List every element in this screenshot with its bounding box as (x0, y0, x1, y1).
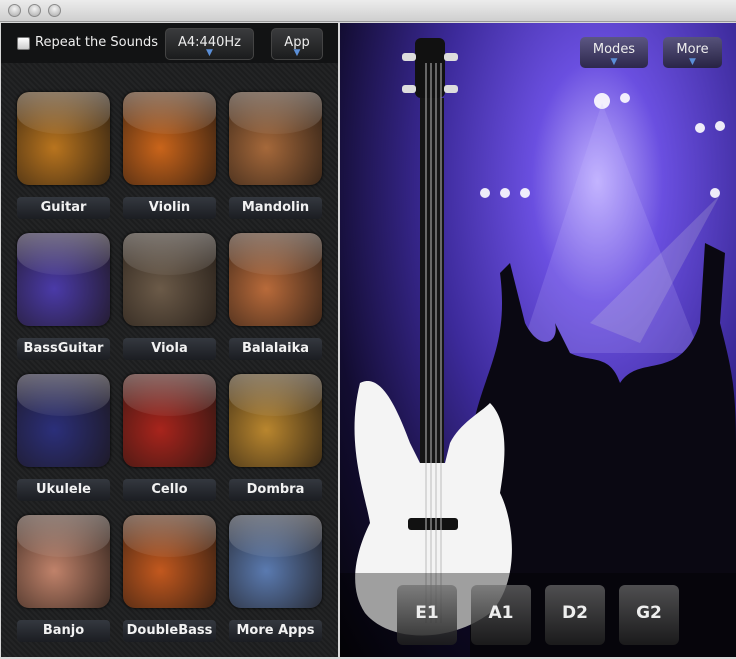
repeat-checkbox[interactable] (17, 37, 30, 50)
instrument-label-mandolin[interactable]: Mandolin (229, 197, 322, 219)
string-button-a1[interactable]: A1 (471, 585, 531, 645)
instrument-tile-violin[interactable] (123, 92, 216, 185)
instrument-label-violin[interactable]: Violin (123, 197, 216, 219)
bass-guitar-image (354, 38, 512, 636)
close-button[interactable] (8, 4, 21, 17)
instrument-tile-dombra[interactable] (229, 374, 322, 467)
instrument-tile-balalaika[interactable] (229, 233, 322, 326)
instrument-label-banjo[interactable]: Banjo (17, 620, 110, 642)
string-button-g2[interactable]: G2 (619, 585, 679, 645)
chevron-down-icon: ▼ (206, 48, 213, 58)
instrument-view: Modes ▼ More ▼ E1 A1 D2 G2 (340, 23, 736, 657)
chevron-down-icon: ▼ (610, 57, 618, 67)
string-button-e1[interactable]: E1 (397, 585, 457, 645)
instrument-label-doublebass[interactable]: DoubleBass (123, 620, 216, 642)
instrument-tile-bassguitar[interactable] (17, 233, 110, 326)
modes-button[interactable]: Modes ▼ (580, 37, 648, 68)
repeat-label[interactable]: Repeat the Sounds (35, 35, 158, 50)
top-toolbar: Repeat the Sounds A4:440Hz ▼ App ▼ (1, 23, 338, 63)
instrument-tile-cello[interactable] (123, 374, 216, 467)
instrument-label-guitar[interactable]: Guitar (17, 197, 110, 219)
instrument-tile-banjo[interactable] (17, 515, 110, 608)
instrument-panel: Repeat the Sounds A4:440Hz ▼ App ▼ Guitar V… (1, 23, 338, 657)
more-button[interactable]: More ▼ (663, 37, 722, 68)
instrument-label-viola[interactable]: Viola (123, 338, 216, 360)
instrument-label-ukulele[interactable]: Ukulele (17, 479, 110, 501)
title-bar (0, 0, 736, 22)
instrument-tile-more-apps[interactable] (229, 515, 322, 608)
instrument-label-cello[interactable]: Cello (123, 479, 216, 501)
instrument-tile-ukulele[interactable] (17, 374, 110, 467)
zoom-button[interactable] (48, 4, 61, 17)
instrument-label-balalaika[interactable]: Balalaika (229, 338, 322, 360)
app-button[interactable]: App ▼ (271, 28, 323, 60)
instrument-label-more-apps[interactable]: More Apps (229, 620, 322, 642)
chevron-down-icon: ▼ (689, 57, 696, 67)
instrument-tile-doublebass[interactable] (123, 515, 216, 608)
pitch-button[interactable]: A4:440Hz ▼ (165, 28, 254, 60)
more-label: More (676, 42, 709, 57)
instrument-tile-viola[interactable] (123, 233, 216, 326)
string-button-d2[interactable]: D2 (545, 585, 605, 645)
instrument-tile-guitar[interactable] (17, 92, 110, 185)
chevron-down-icon: ▼ (293, 48, 301, 58)
instrument-label-bassguitar[interactable]: BassGuitar (17, 338, 110, 360)
instrument-label-dombra[interactable]: Dombra (229, 479, 322, 501)
minimize-button[interactable] (28, 4, 41, 17)
instrument-tile-mandolin[interactable] (229, 92, 322, 185)
modes-label: Modes (592, 42, 636, 57)
